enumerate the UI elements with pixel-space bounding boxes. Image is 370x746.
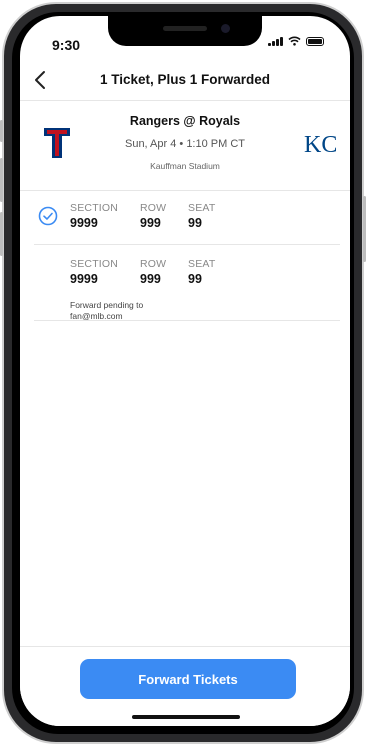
row-value: 999 [140,272,161,286]
royals-logo-icon: KC [304,132,336,158]
status-time: 9:30 [52,37,81,53]
screen: 9:30 1 Ticket, Plus 1 Forwarded Rangers … [20,16,350,726]
bottom-bar: Forward Tickets [20,646,350,726]
section-value: 9999 [70,216,98,230]
home-indicator[interactable] [132,715,240,719]
section-column: SECTION 9999 [70,258,118,286]
ticket-row-2: SECTION 9999 ROW 999 SEAT 99 Forward pen… [34,254,340,321]
forward-pending-note: Forward pending to fan@mlb.com [70,300,144,321]
back-chevron-icon[interactable] [30,68,52,92]
seat-column: SEAT 99 [188,202,215,230]
section-label: SECTION [70,202,119,214]
seat-value: 99 [188,216,202,230]
row-label: ROW [140,258,167,270]
speaker-icon [163,26,207,31]
seat-label: SEAT [188,258,216,270]
seat-label: SEAT [188,202,216,214]
row-column: ROW 999 [140,202,166,230]
row-label: ROW [140,202,167,214]
event-venue: Kauffman Stadium [150,161,220,171]
event-header: Rangers @ Royals Sun, Apr 4 • 1:10 PM CT… [20,100,350,191]
page-title: 1 Ticket, Plus 1 Forwarded [99,72,271,87]
seat-value: 99 [188,272,202,286]
forward-tickets-button[interactable]: Forward Tickets [80,659,296,699]
row-column: ROW 999 [140,258,166,286]
section-label: SECTION [70,258,119,270]
event-title: Rangers @ Royals [129,114,241,128]
signal-icon [268,36,283,46]
mute-switch [0,120,3,142]
camera-icon [221,24,230,33]
section-value: 9999 [70,272,98,286]
volume-up-button [0,158,3,202]
royals-logo-text: KC [304,132,336,158]
section-column: SECTION 9999 [70,202,118,230]
wifi-icon [288,36,301,46]
status-icons [268,36,324,46]
event-date: Sun, Apr 4 • 1:10 PM CT [124,138,246,150]
nav-bar: 1 Ticket, Plus 1 Forwarded [20,64,350,101]
battery-icon [306,37,324,46]
row-value: 999 [140,216,161,230]
volume-down-button [0,212,3,256]
ticket-row-1[interactable]: SECTION 9999 ROW 999 SEAT 99 [34,198,340,245]
check-circle-icon[interactable] [38,206,58,226]
power-button [363,196,366,262]
seat-column: SEAT 99 [188,258,215,286]
notch [108,16,262,46]
